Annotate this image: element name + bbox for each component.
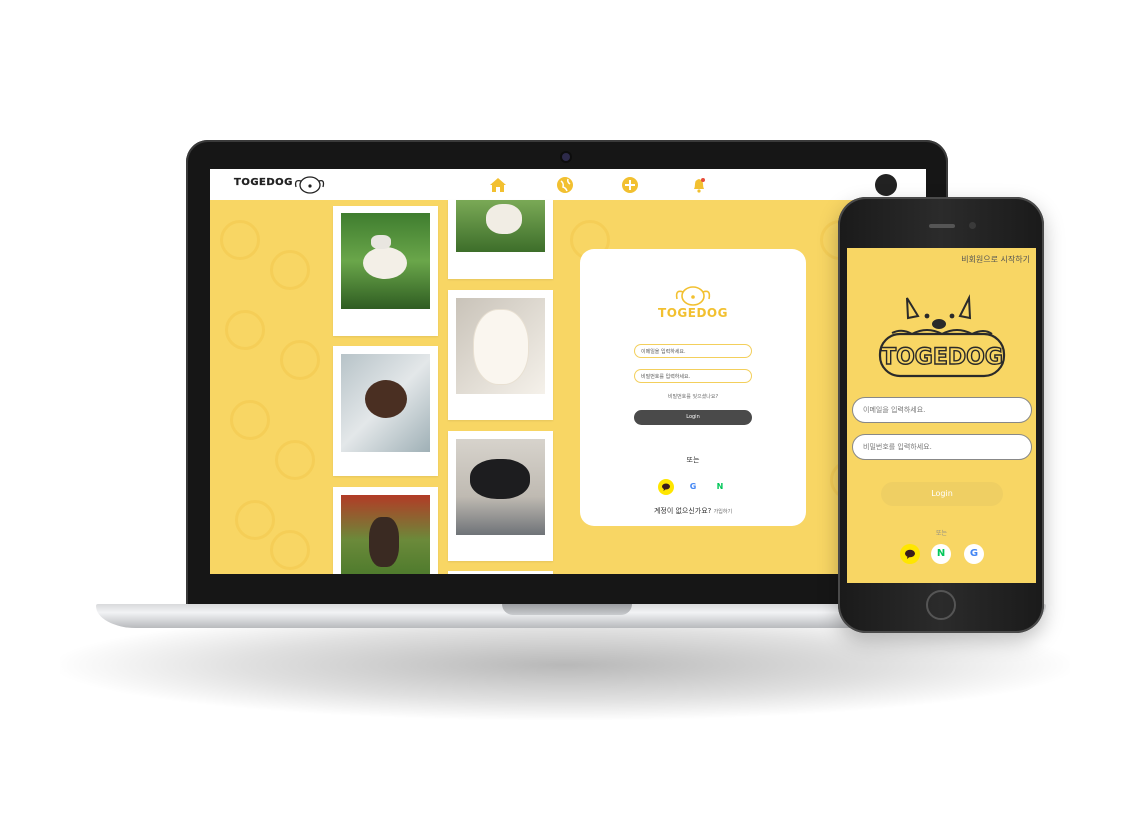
dog-mascot-logo-icon: TOGEDOG bbox=[878, 294, 1006, 378]
signup-link[interactable]: 가입하기 bbox=[714, 509, 732, 515]
signup-prompt: 계정이 없으신가요? 가입하기 bbox=[580, 506, 806, 516]
forgot-password-link[interactable]: 비밀번호를 잊으셨나요? bbox=[580, 393, 806, 400]
phone-email-field[interactable]: 이메일을 입력하세요. bbox=[852, 397, 1032, 423]
dog-figure bbox=[365, 380, 407, 418]
phone-password-field[interactable]: 비밀번호를 입력하세요. bbox=[852, 434, 1032, 460]
or-divider-text: 또는 bbox=[686, 456, 700, 464]
top-navbar: TOGEDOG bbox=[210, 169, 926, 200]
laptop-screen: TOGEDOG TOGEDOG 이메일을 입력하세요. 비밀번호를 입력하세요.… bbox=[210, 169, 926, 574]
phone-speaker bbox=[929, 224, 955, 228]
laptop-camera bbox=[562, 153, 570, 161]
dog-figure bbox=[369, 517, 399, 567]
dog-figure bbox=[474, 310, 528, 384]
feed-post-card[interactable] bbox=[333, 346, 438, 476]
post-photo bbox=[341, 495, 430, 574]
brand-logo-text[interactable]: TOGEDOG bbox=[234, 177, 293, 188]
kakao-login-button[interactable] bbox=[658, 479, 674, 495]
post-photo bbox=[456, 200, 545, 252]
login-button[interactable]: Login bbox=[634, 410, 752, 425]
paw-pattern-icon bbox=[275, 440, 315, 480]
phone-naver-login-button[interactable]: N bbox=[931, 544, 951, 564]
phone-kakao-login-button[interactable] bbox=[900, 544, 920, 564]
password-field[interactable]: 비밀번호를 입력하세요. bbox=[634, 369, 752, 383]
dog-logo-icon bbox=[294, 176, 325, 194]
email-field[interactable]: 이메일을 입력하세요. bbox=[634, 344, 752, 358]
globe-icon[interactable] bbox=[555, 175, 575, 195]
guest-start-link[interactable]: 비회원으로 시작하기 bbox=[961, 254, 1030, 265]
feed-post-card[interactable] bbox=[448, 431, 553, 561]
feed-post-card[interactable] bbox=[333, 206, 438, 336]
plus-circle-icon[interactable] bbox=[620, 175, 640, 195]
paw-pattern-icon bbox=[235, 500, 275, 540]
profile-avatar[interactable] bbox=[875, 174, 897, 196]
no-account-text: 계정이 없으신가요? bbox=[653, 507, 712, 515]
dog-figure bbox=[363, 247, 407, 279]
paw-pattern-icon bbox=[280, 340, 320, 380]
dog-figure bbox=[470, 459, 530, 499]
phone-home-button[interactable] bbox=[926, 590, 956, 620]
post-photo bbox=[456, 298, 545, 394]
phone-camera bbox=[969, 222, 976, 229]
feed-post-card[interactable] bbox=[448, 200, 553, 279]
login-brand-text: TOGEDOG bbox=[658, 306, 728, 320]
phone-google-login-button[interactable]: G bbox=[964, 544, 984, 564]
paw-pattern-icon bbox=[230, 400, 270, 440]
phone-brand-logo-text: TOGEDOG bbox=[881, 345, 1003, 370]
pattern-background bbox=[210, 200, 926, 574]
bell-icon[interactable] bbox=[689, 175, 709, 195]
dog-logo-icon bbox=[675, 286, 711, 306]
paw-pattern-icon bbox=[270, 530, 310, 570]
post-photo bbox=[341, 213, 430, 309]
feed-post-card[interactable] bbox=[448, 290, 553, 420]
kakao-icon bbox=[662, 483, 670, 491]
google-login-button[interactable]: G bbox=[685, 479, 701, 495]
paw-pattern-icon bbox=[225, 310, 265, 350]
phone-or-divider-text: 또는 bbox=[935, 530, 948, 537]
feed-post-card[interactable] bbox=[448, 571, 553, 574]
phone-screen: 비회원으로 시작하기 TOGEDOG 이메일을 입력하세요. 비밀번호를 입력하… bbox=[847, 248, 1036, 583]
laptop-notch bbox=[502, 604, 632, 615]
toy-figure bbox=[371, 235, 391, 249]
paw-pattern-icon bbox=[220, 220, 260, 260]
home-icon[interactable] bbox=[488, 175, 508, 195]
post-photo bbox=[341, 354, 430, 452]
feed-post-card[interactable] bbox=[333, 487, 438, 574]
kakao-icon bbox=[905, 549, 915, 559]
dog-figure bbox=[486, 204, 522, 234]
naver-login-button[interactable]: N bbox=[712, 479, 728, 495]
post-photo bbox=[456, 439, 545, 535]
login-card: TOGEDOG 이메일을 입력하세요. 비밀번호를 입력하세요. 비밀번호를 잊… bbox=[580, 249, 806, 526]
paw-pattern-icon bbox=[270, 250, 310, 290]
phone-login-button[interactable]: Login bbox=[881, 482, 1003, 506]
